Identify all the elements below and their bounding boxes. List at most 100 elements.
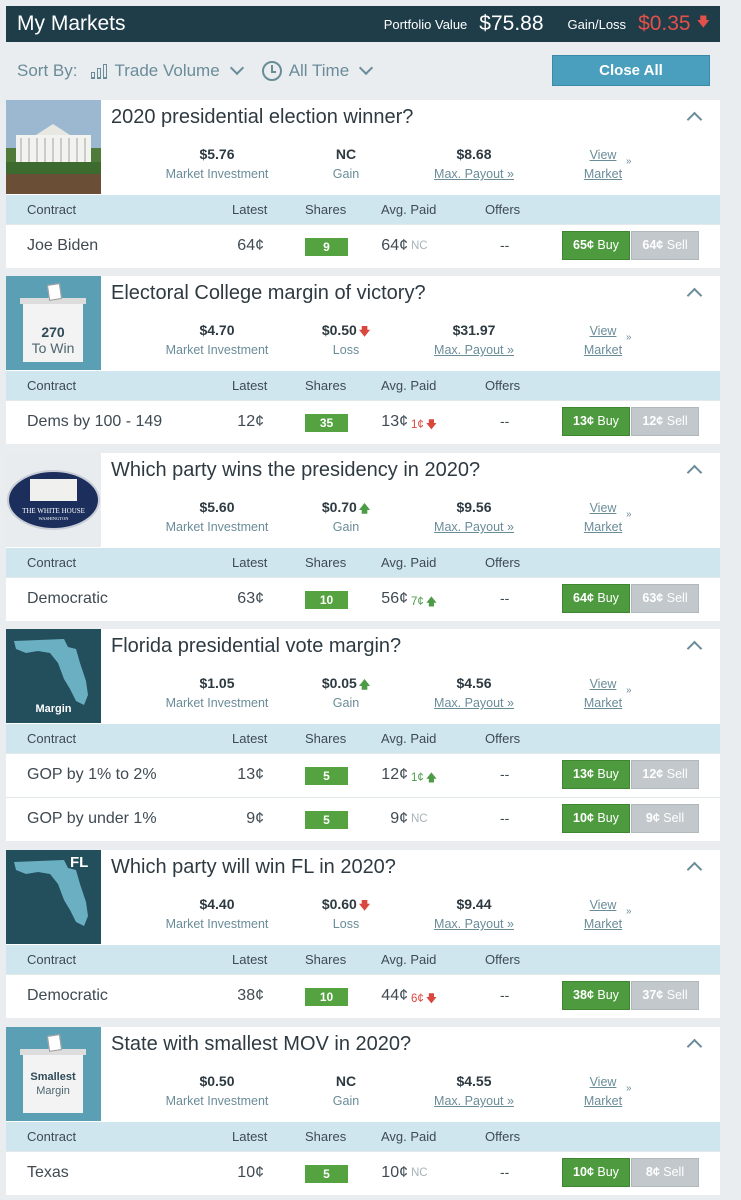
col-avg-paid: Avg. Paid [381,731,437,746]
sell-price: 12¢ [642,414,664,428]
market-title: Electoral College margin of victory? [111,282,426,304]
avg-paid: 44¢ [381,987,408,1004]
view-market-link[interactable]: View Market [578,499,628,537]
market-image [6,100,101,194]
max-payout-stat: $4.55 Max. Payout » [424,1073,524,1108]
market-investment-stat: $0.50 Market Investment [156,1073,278,1108]
buy-button[interactable]: 10¢ Buy [562,804,630,833]
max-payout-link[interactable]: Max. Payout » [424,520,524,534]
gain-amount: $0.50 [321,322,357,338]
market-label: Market [583,917,623,931]
view-market-link[interactable]: View Market [578,322,628,360]
shares-badge: 5 [305,1165,348,1183]
sell-button[interactable]: 64¢ Sell [631,231,699,260]
gain-amount: $0.05 [321,675,357,691]
max-payout-link[interactable]: Max. Payout » [424,343,524,357]
buy-label: Buy [597,591,619,605]
up-arrow-icon: 🡅 [358,679,371,691]
offers-value: -- [500,237,510,253]
buy-button[interactable]: 10¢ Buy [562,1158,630,1187]
avg-change: 1¢ 🡇 [411,416,437,435]
table-header: Contract Latest Shares Avg. Paid Offers [6,195,720,224]
market-image: Margin [6,629,101,723]
chevron-right-icon: » [626,906,632,917]
avg-change-value: NC [411,240,428,252]
buy-button[interactable]: 64¢ Buy [562,584,630,613]
buy-button[interactable]: 65¢ Buy [562,231,630,260]
market-title: Which party will win FL in 2020? [111,856,396,878]
market-card: FL Which party will win FL in 2020? $4.4… [6,850,720,1018]
max-payout-value: $9.56 [456,499,492,515]
buy-price: 64¢ [573,591,594,605]
col-avg-paid: Avg. Paid [381,555,437,570]
sell-price: 63¢ [642,591,664,605]
market-title: 2020 presidential election winner? [111,106,414,128]
buy-button[interactable]: 13¢ Buy [562,407,630,436]
view-market-link[interactable]: View Market [578,1073,628,1111]
col-avg-paid: Avg. Paid [381,378,437,393]
max-payout-link[interactable]: Max. Payout » [424,696,524,710]
chevron-right-icon: » [626,685,632,696]
market-title: Florida presidential vote margin? [111,635,402,657]
buy-button[interactable]: 13¢ Buy [562,760,630,789]
time-range-dropdown[interactable]: All Time [242,60,374,81]
investment-value: $5.60 [199,499,235,515]
col-contract: Contract [27,731,77,746]
avg-change-value: NC [411,1167,428,1179]
market-investment-stat: $4.70 Market Investment [156,322,278,357]
offers-value: -- [500,413,510,429]
avg-change-value: 6¢ [411,993,424,1005]
view-label: View [589,898,617,912]
shares-badge: 35 [305,414,348,432]
gain-loss-label: Gain/Loss [567,16,627,32]
collapse-chevron-icon[interactable] [686,111,703,128]
shares-badge: 5 [305,811,348,829]
table-header: Contract Latest Shares Avg. Paid Offers [6,945,720,974]
sell-button[interactable]: 12¢ Sell [631,407,699,436]
market-investment-stat: $1.05 Market Investment [156,675,278,710]
buy-button[interactable]: 38¢ Buy [562,981,630,1010]
sell-button[interactable]: 8¢ Sell [631,1158,699,1187]
view-market-link[interactable]: View Market [578,896,628,934]
sell-button[interactable]: 63¢ Sell [631,584,699,613]
table-row: Dems by 100 - 149 12¢ 35 13¢ 1¢ 🡇 -- 13¢ … [6,400,720,444]
col-avg-paid: Avg. Paid [381,1129,437,1144]
buy-price: 65¢ [573,238,594,252]
view-market-link[interactable]: View Market [578,675,628,713]
view-market-link[interactable]: View Market [578,146,628,184]
max-payout-link[interactable]: Max. Payout » [424,1094,524,1108]
close-all-button[interactable]: Close All [552,55,710,86]
max-payout-link[interactable]: Max. Payout » [424,917,524,931]
sell-label: Sell [666,591,688,605]
sell-button[interactable]: 9¢ Sell [631,804,699,833]
market-image: Smallest Margin [6,1027,101,1121]
investment-label: Market Investment [165,1094,269,1108]
sell-label: Sell [663,1165,685,1179]
buy-label: Buy [597,988,619,1002]
col-latest: Latest [232,952,268,967]
max-payout-link[interactable]: Max. Payout » [424,167,524,181]
sort-volume-dropdown[interactable]: Trade Volume [91,60,244,81]
gain-label: Gain [332,1094,360,1108]
collapse-chevron-icon[interactable] [686,1038,703,1055]
table-header: Contract Latest Shares Avg. Paid Offers [6,1122,720,1151]
collapse-chevron-icon[interactable] [686,861,703,878]
max-payout-stat: $8.68 Max. Payout » [424,146,524,181]
collapse-chevron-icon[interactable] [686,640,703,657]
down-arrow-icon: 🡇 [358,326,371,338]
buy-label: Buy [597,1165,619,1179]
avg-change: NC [411,240,428,252]
market-label: Market [583,520,623,534]
sell-price: 9¢ [645,811,660,825]
shares-badge: 10 [305,591,348,609]
view-label: View [589,148,617,162]
collapse-chevron-icon[interactable] [686,464,703,481]
max-payout-value: $4.56 [456,675,492,691]
sell-button[interactable]: 12¢ Sell [631,760,699,789]
market-image: FL [6,850,101,944]
sell-price: 12¢ [642,767,664,781]
sort-by-label: Sort By: [17,61,78,80]
gain-label: Loss [332,343,360,357]
collapse-chevron-icon[interactable] [686,287,703,304]
sell-button[interactable]: 37¢ Sell [631,981,699,1010]
